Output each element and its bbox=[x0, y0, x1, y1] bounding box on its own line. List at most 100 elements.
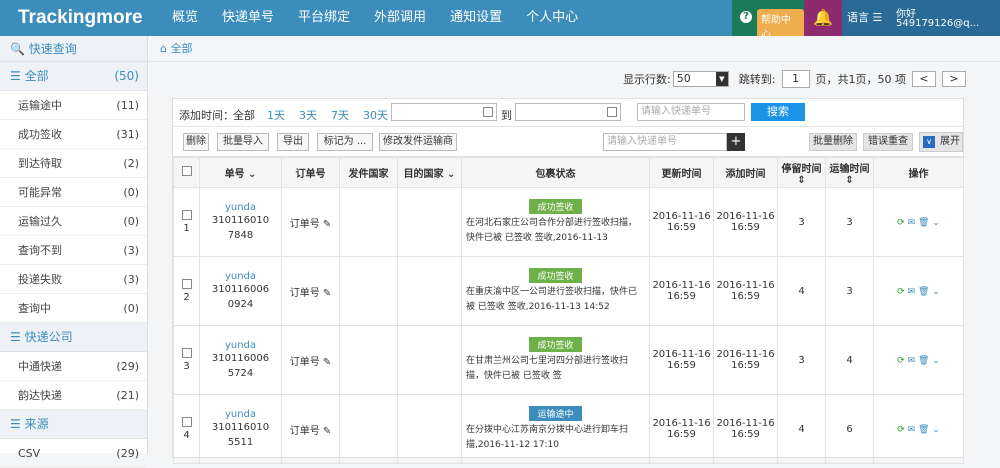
filter-7days[interactable]: 7天 bbox=[331, 107, 349, 123]
nav-personal-center[interactable]: 个人中心 bbox=[514, 0, 590, 36]
row-select-cell[interactable]: 1 bbox=[173, 187, 200, 257]
sidebar-group-all[interactable]: ☰ 全部 (50) bbox=[0, 62, 147, 91]
sidebar-item-expired[interactable]: 运输过久 (0) bbox=[0, 207, 147, 236]
mark-as-button[interactable]: 标记为 ... bbox=[317, 133, 373, 151]
sidebar-group-source[interactable]: ☰ 来源 bbox=[0, 410, 147, 439]
sidebar-item-not-found[interactable]: 查询不到 (3) bbox=[0, 236, 147, 265]
order-cell[interactable]: 订单号 ✎ bbox=[281, 256, 340, 326]
trash-icon[interactable]: 🗑 bbox=[918, 425, 929, 435]
modify-carrier-button[interactable]: 修改发件运输商 bbox=[379, 133, 457, 151]
expand-button[interactable]: ∨ 展开 bbox=[919, 132, 963, 152]
page-input[interactable]: 1 bbox=[781, 70, 810, 88]
sidebar-item-pickup[interactable]: 到达待取 (2) bbox=[0, 149, 147, 178]
col-transit[interactable]: 运输时间⇕ bbox=[825, 157, 874, 188]
trash-icon[interactable]: 🗑 bbox=[918, 356, 929, 366]
sidebar-item-csv[interactable]: CSV (29) bbox=[0, 439, 147, 468]
nav-notification-settings[interactable]: 通知设置 bbox=[438, 0, 514, 36]
filter-30days[interactable]: 30天 bbox=[363, 107, 388, 123]
sidebar-quick-search[interactable]: 🔍 快速查询 bbox=[0, 36, 147, 62]
sidebar-item-yunda[interactable]: 韵达快递 (21) bbox=[0, 381, 147, 410]
filter-1day[interactable]: 1天 bbox=[267, 107, 285, 123]
sidebar-item-delivered[interactable]: 成功签收 (31) bbox=[0, 120, 147, 149]
tracking-number[interactable]: 3101160065724 bbox=[200, 351, 281, 381]
carrier-link[interactable]: yunda bbox=[200, 202, 281, 213]
refresh-icon[interactable]: ⟳ bbox=[897, 287, 905, 297]
select-all-checkbox[interactable] bbox=[181, 166, 192, 176]
nav-tracking-numbers[interactable]: 快递单号 bbox=[210, 0, 286, 36]
sidebar-item-in-transit[interactable]: 运输途中 (11) bbox=[0, 91, 147, 120]
nav-platform-binding[interactable]: 平台绑定 bbox=[286, 0, 362, 36]
batch-import-button[interactable]: 批量导入 bbox=[217, 133, 269, 151]
prev-page-button[interactable]: < bbox=[912, 71, 936, 87]
chevron-down-icon[interactable]: ⌄ bbox=[932, 218, 940, 228]
filter-search-input[interactable]: 请输入快递单号 bbox=[637, 103, 745, 121]
tracking-number[interactable]: 3101160060924 bbox=[200, 282, 281, 312]
chevron-down-icon[interactable]: ⌄ bbox=[932, 287, 940, 297]
table-row[interactable]: 3 yunda 3101160065724 订单号 ✎ 成功签收 ✎ 在甘肃兰州公司七… bbox=[173, 325, 964, 395]
nav-external-api[interactable]: 外部调用 bbox=[362, 0, 438, 36]
carrier-link[interactable]: yunda bbox=[200, 340, 281, 351]
carrier-link[interactable]: yunda bbox=[200, 271, 281, 282]
row-select-cell[interactable]: 2 bbox=[173, 256, 200, 326]
search-button[interactable]: 搜索 bbox=[751, 103, 805, 121]
filter-all[interactable]: 全部 bbox=[233, 107, 255, 123]
pencil-icon[interactable]: ✎ bbox=[323, 357, 331, 368]
row-checkbox[interactable] bbox=[181, 210, 192, 220]
table-row[interactable]: 4 yunda 3101160105511 订单号 ✎ 运输途中 ✎ 在分拨中心江苏南… bbox=[173, 394, 964, 464]
toolbar-search-input[interactable]: 请输入快递单号 bbox=[603, 133, 727, 151]
error-recheck-button[interactable]: 错误重查 bbox=[863, 133, 913, 151]
end-date-input[interactable] bbox=[515, 103, 621, 121]
edit-icon[interactable]: ✎ bbox=[596, 405, 605, 418]
bell-icon[interactable]: 🔔 bbox=[804, 0, 842, 36]
language-button[interactable]: 语言 ☰ bbox=[842, 0, 890, 36]
comment-icon[interactable]: ✉ bbox=[908, 218, 916, 228]
comment-icon[interactable]: ✉ bbox=[908, 425, 916, 435]
row-select-cell[interactable]: 4 bbox=[173, 394, 200, 464]
sidebar-group-carriers[interactable]: ☰ 快递公司 bbox=[0, 323, 147, 352]
tracking-number[interactable]: 3101160107848 bbox=[200, 213, 281, 243]
pencil-icon[interactable]: ✎ bbox=[323, 426, 331, 437]
home-icon[interactable]: ⌂ bbox=[160, 42, 167, 55]
pencil-icon[interactable]: ✎ bbox=[323, 288, 331, 299]
edit-icon[interactable]: ✎ bbox=[596, 336, 605, 349]
edit-icon[interactable]: ✎ bbox=[596, 198, 605, 211]
rows-select[interactable]: 50 ▼ bbox=[672, 71, 729, 87]
trash-icon[interactable]: 🗑 bbox=[918, 287, 929, 297]
export-button[interactable]: 导出 bbox=[277, 133, 309, 151]
col-tracking[interactable]: 单号 ⌄ bbox=[199, 157, 282, 188]
col-stay[interactable]: 停留时间⇕ bbox=[777, 157, 826, 188]
order-cell[interactable]: 订单号 ✎ bbox=[281, 394, 340, 464]
batch-delete-button[interactable]: 批量删除 bbox=[809, 133, 857, 151]
add-tracking-button[interactable]: + bbox=[727, 133, 745, 151]
user-menu[interactable]: 你好 549179126@q... bbox=[890, 0, 1000, 36]
help-center-button[interactable]: ? 帮助中心 bbox=[732, 0, 804, 43]
sidebar-item-pending[interactable]: 查询中 (0) bbox=[0, 294, 147, 323]
col-destination[interactable]: 目的国家 ⌄ bbox=[397, 157, 462, 188]
logo[interactable]: Trackingmore bbox=[18, 7, 143, 29]
row-checkbox[interactable] bbox=[181, 279, 192, 289]
nav-overview[interactable]: 概览 bbox=[160, 0, 210, 36]
refresh-icon[interactable]: ⟳ bbox=[897, 356, 905, 366]
sidebar-item-zto[interactable]: 中通快递 (29) bbox=[0, 352, 147, 381]
tracking-number[interactable]: 3101160105511 bbox=[200, 420, 281, 450]
refresh-icon[interactable]: ⟳ bbox=[897, 218, 905, 228]
comment-icon[interactable]: ✉ bbox=[908, 287, 916, 297]
filter-3days[interactable]: 3天 bbox=[299, 107, 317, 123]
chevron-down-icon[interactable]: ⌄ bbox=[932, 356, 940, 366]
row-select-cell[interactable]: 3 bbox=[173, 325, 200, 395]
select-all-cell[interactable] bbox=[173, 157, 200, 188]
order-cell[interactable]: 订单号 ✎ bbox=[281, 325, 340, 395]
comment-icon[interactable]: ✉ bbox=[908, 356, 916, 366]
pencil-icon[interactable]: ✎ bbox=[323, 219, 331, 230]
trash-icon[interactable]: 🗑 bbox=[918, 218, 929, 228]
sidebar-item-failed[interactable]: 投递失败 (3) bbox=[0, 265, 147, 294]
sidebar-item-exception[interactable]: 可能异常 (0) bbox=[0, 178, 147, 207]
carrier-link[interactable]: yunda bbox=[200, 409, 281, 420]
table-row[interactable]: 2 yunda 3101160060924 订单号 ✎ 成功签收 ✎ 在重庆渝中区一公… bbox=[173, 256, 964, 326]
delete-button[interactable]: 删除 bbox=[183, 133, 209, 151]
order-cell[interactable]: 订单号 ✎ bbox=[281, 187, 340, 257]
refresh-icon[interactable]: ⟳ bbox=[897, 425, 905, 435]
next-page-button[interactable]: > bbox=[942, 71, 966, 87]
row-checkbox[interactable] bbox=[181, 348, 192, 358]
edit-icon[interactable]: ✎ bbox=[596, 267, 605, 280]
